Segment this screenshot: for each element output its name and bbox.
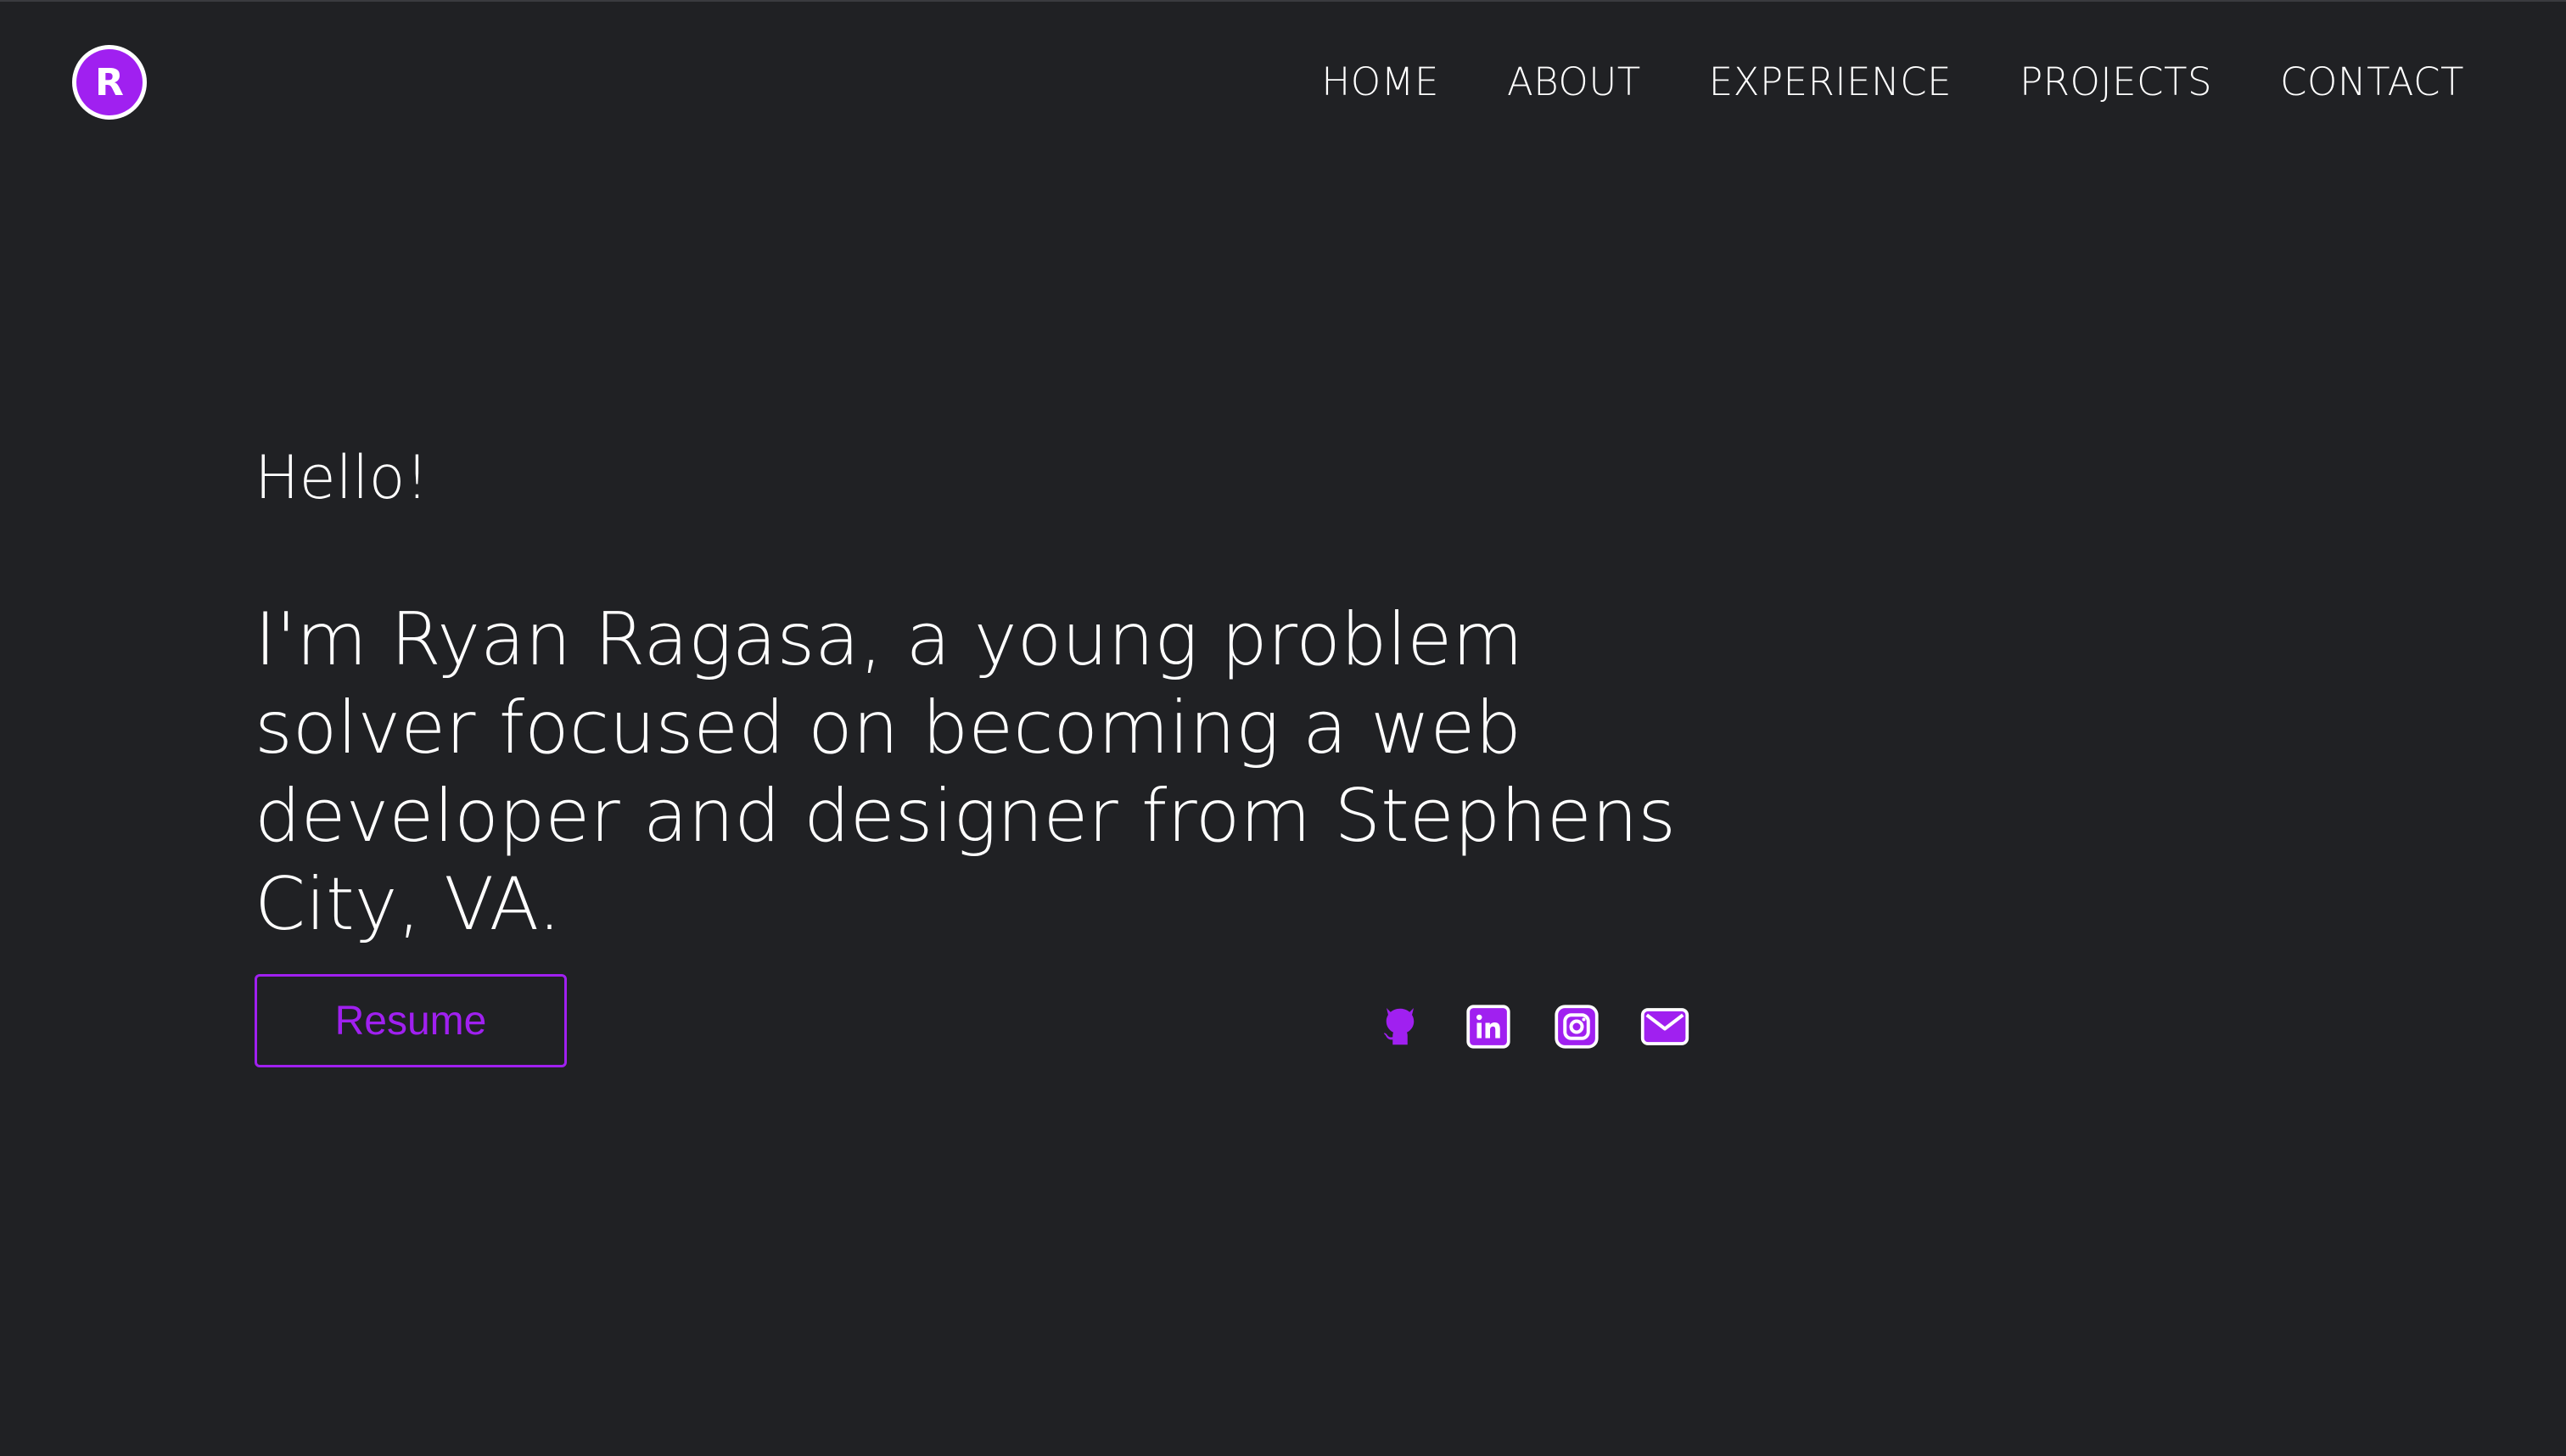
greeting: Hello! — [255, 443, 429, 512]
page: R HOME ABOUT EXPERIENCE PROJECTS CONTACT… — [0, 0, 2566, 1456]
instagram-icon[interactable] — [1551, 1001, 1602, 1052]
email-icon[interactable] — [1639, 1001, 1690, 1052]
nav-experience[interactable]: EXPERIENCE — [1709, 59, 1952, 104]
social-links — [1375, 1001, 1690, 1052]
intro-text: I'm Ryan Ragasa, a young problem solver … — [255, 597, 1677, 947]
nav-projects[interactable]: PROJECTS — [2020, 59, 2212, 104]
github-icon[interactable] — [1375, 1001, 1426, 1052]
nav-home[interactable]: HOME — [1321, 59, 1439, 104]
main-nav: HOME ABOUT EXPERIENCE PROJECTS CONTACT — [1321, 59, 2464, 104]
logo-letter: R — [95, 60, 124, 104]
linkedin-icon[interactable] — [1463, 1001, 1514, 1052]
nav-about[interactable]: ABOUT — [1507, 59, 1641, 104]
resume-button[interactable]: Resume — [255, 974, 567, 1067]
nav-contact[interactable]: CONTACT — [2280, 59, 2464, 104]
logo[interactable]: R — [76, 49, 143, 115]
